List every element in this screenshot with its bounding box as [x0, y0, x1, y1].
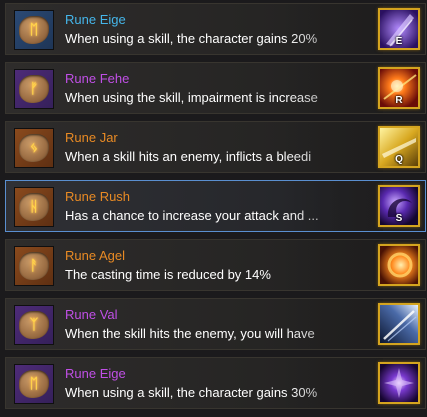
rune-description: When using the skill, impairment is incr…	[65, 90, 318, 105]
void-star-skill-icon	[378, 362, 420, 404]
rune-name: Rune Rush	[65, 189, 131, 204]
rune-row[interactable]: ᛉ Rune Val When the skill hits the enemy…	[5, 298, 426, 350]
rune-stone-icon: ᚠ	[19, 75, 49, 103]
row-fade	[283, 4, 383, 54]
rune-description: When a skill hits an enemy, inflicts a b…	[65, 149, 312, 164]
rune-description: When the skill hits the enemy, you will …	[65, 326, 315, 341]
rune-stone-icon: ᛉ	[19, 311, 49, 339]
rune-stone-icon: ᛖ	[19, 370, 49, 398]
rune-description: Has a chance to increase your attack and…	[65, 208, 319, 223]
rune-icon-frame: ᚨ	[14, 246, 54, 286]
row-fade	[283, 240, 383, 290]
rune-stone-icon: ᚺ	[19, 193, 49, 221]
skill-key-label: S	[395, 213, 403, 224]
rune-icon-frame: ᛃ	[14, 128, 54, 168]
rune-icon-frame: ᛖ	[14, 364, 54, 404]
rune-stone-icon: ᚨ	[19, 252, 49, 280]
rune-row[interactable]: ᛖ Rune Eige When using a skill, the char…	[5, 3, 426, 55]
row-fade	[283, 299, 383, 349]
rune-name: Rune Jar	[65, 130, 118, 145]
rune-row[interactable]: ᛖ Rune Eige When using a skill, the char…	[5, 357, 426, 409]
row-fade	[283, 181, 383, 231]
rune-icon-frame: ᛉ	[14, 305, 54, 345]
rune-name: Rune Eige	[65, 366, 126, 381]
rune-icon-frame: ᛖ	[14, 10, 54, 50]
skill-key-label: Q	[395, 154, 403, 165]
rune-description: When using a skill, the character gains …	[65, 385, 318, 400]
rune-row[interactable]: ᛃ Rune Jar When a skill hits an enemy, i…	[5, 121, 426, 173]
row-fade	[283, 63, 383, 113]
ice-slash-skill-icon	[378, 303, 420, 345]
rune-description: The casting time is reduced by 14%	[65, 267, 271, 282]
rune-stone-icon: ᛃ	[19, 134, 49, 162]
rune-icon-frame: ᚺ	[14, 187, 54, 227]
rune-list: ᛖ Rune Eige When using a skill, the char…	[0, 0, 427, 417]
skill-key-label: E	[395, 36, 403, 47]
row-fade	[283, 358, 383, 408]
rune-name: Rune Val	[65, 307, 118, 322]
rune-name: Rune Eige	[65, 12, 126, 27]
rune-icon-frame: ᚠ	[14, 69, 54, 109]
flame-ring-skill-icon	[378, 244, 420, 286]
skill-key-label: R	[395, 95, 403, 106]
row-fade	[283, 122, 383, 172]
rune-stone-icon: ᛖ	[19, 16, 49, 44]
rune-name: Rune Agel	[65, 248, 125, 263]
rune-row[interactable]: ᚨ Rune Agel The casting time is reduced …	[5, 239, 426, 291]
rune-row[interactable]: ᚠ Rune Fehe When using the skill, impair…	[5, 62, 426, 114]
rune-row-selected[interactable]: ᚺ Rune Rush Has a chance to increase you…	[5, 180, 426, 232]
rune-description: When using a skill, the character gains …	[65, 31, 318, 46]
rune-name: Rune Fehe	[65, 71, 130, 86]
